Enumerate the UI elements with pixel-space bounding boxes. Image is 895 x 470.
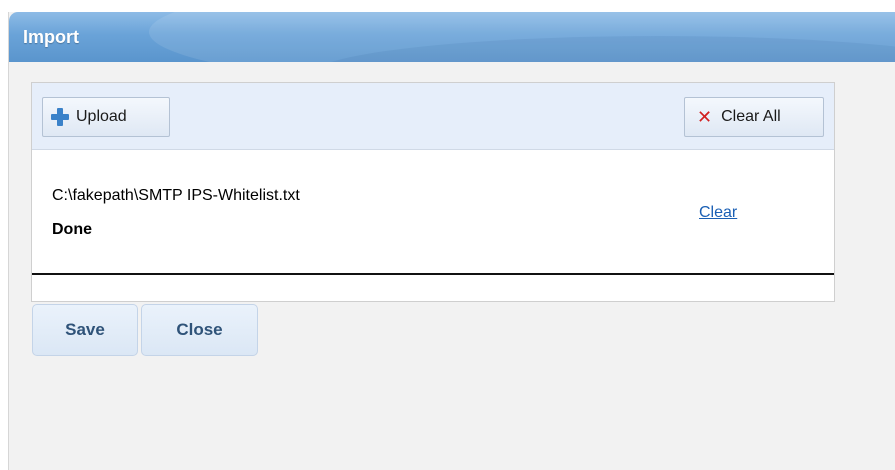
upload-button-label: Upload xyxy=(76,108,127,125)
upload-toolbar: Upload ✕ Clear All xyxy=(32,83,834,150)
plus-icon xyxy=(51,108,69,126)
dialog-title: Import xyxy=(23,27,79,47)
clear-file-link[interactable]: Clear xyxy=(699,204,737,222)
close-button[interactable]: Close xyxy=(141,304,258,356)
file-list-item: C:\fakepath\SMTP IPS-Whitelist.txt Done … xyxy=(32,151,834,275)
file-status: Done xyxy=(52,221,92,238)
upload-button[interactable]: Upload xyxy=(42,97,170,137)
clear-all-button[interactable]: ✕ Clear All xyxy=(684,97,824,137)
close-icon: ✕ xyxy=(697,107,713,127)
upload-panel: Upload ✕ Clear All C:\fakepath\SMTP IPS-… xyxy=(31,82,835,302)
import-dialog: Import Upload ✕ Clear All C:\fakepath\SM… xyxy=(8,12,895,470)
file-path: C:\fakepath\SMTP IPS-Whitelist.txt xyxy=(52,187,300,204)
save-button[interactable]: Save xyxy=(32,304,138,356)
dialog-title-bar[interactable]: Import xyxy=(9,12,895,62)
clear-all-button-label: Clear All xyxy=(721,108,781,125)
